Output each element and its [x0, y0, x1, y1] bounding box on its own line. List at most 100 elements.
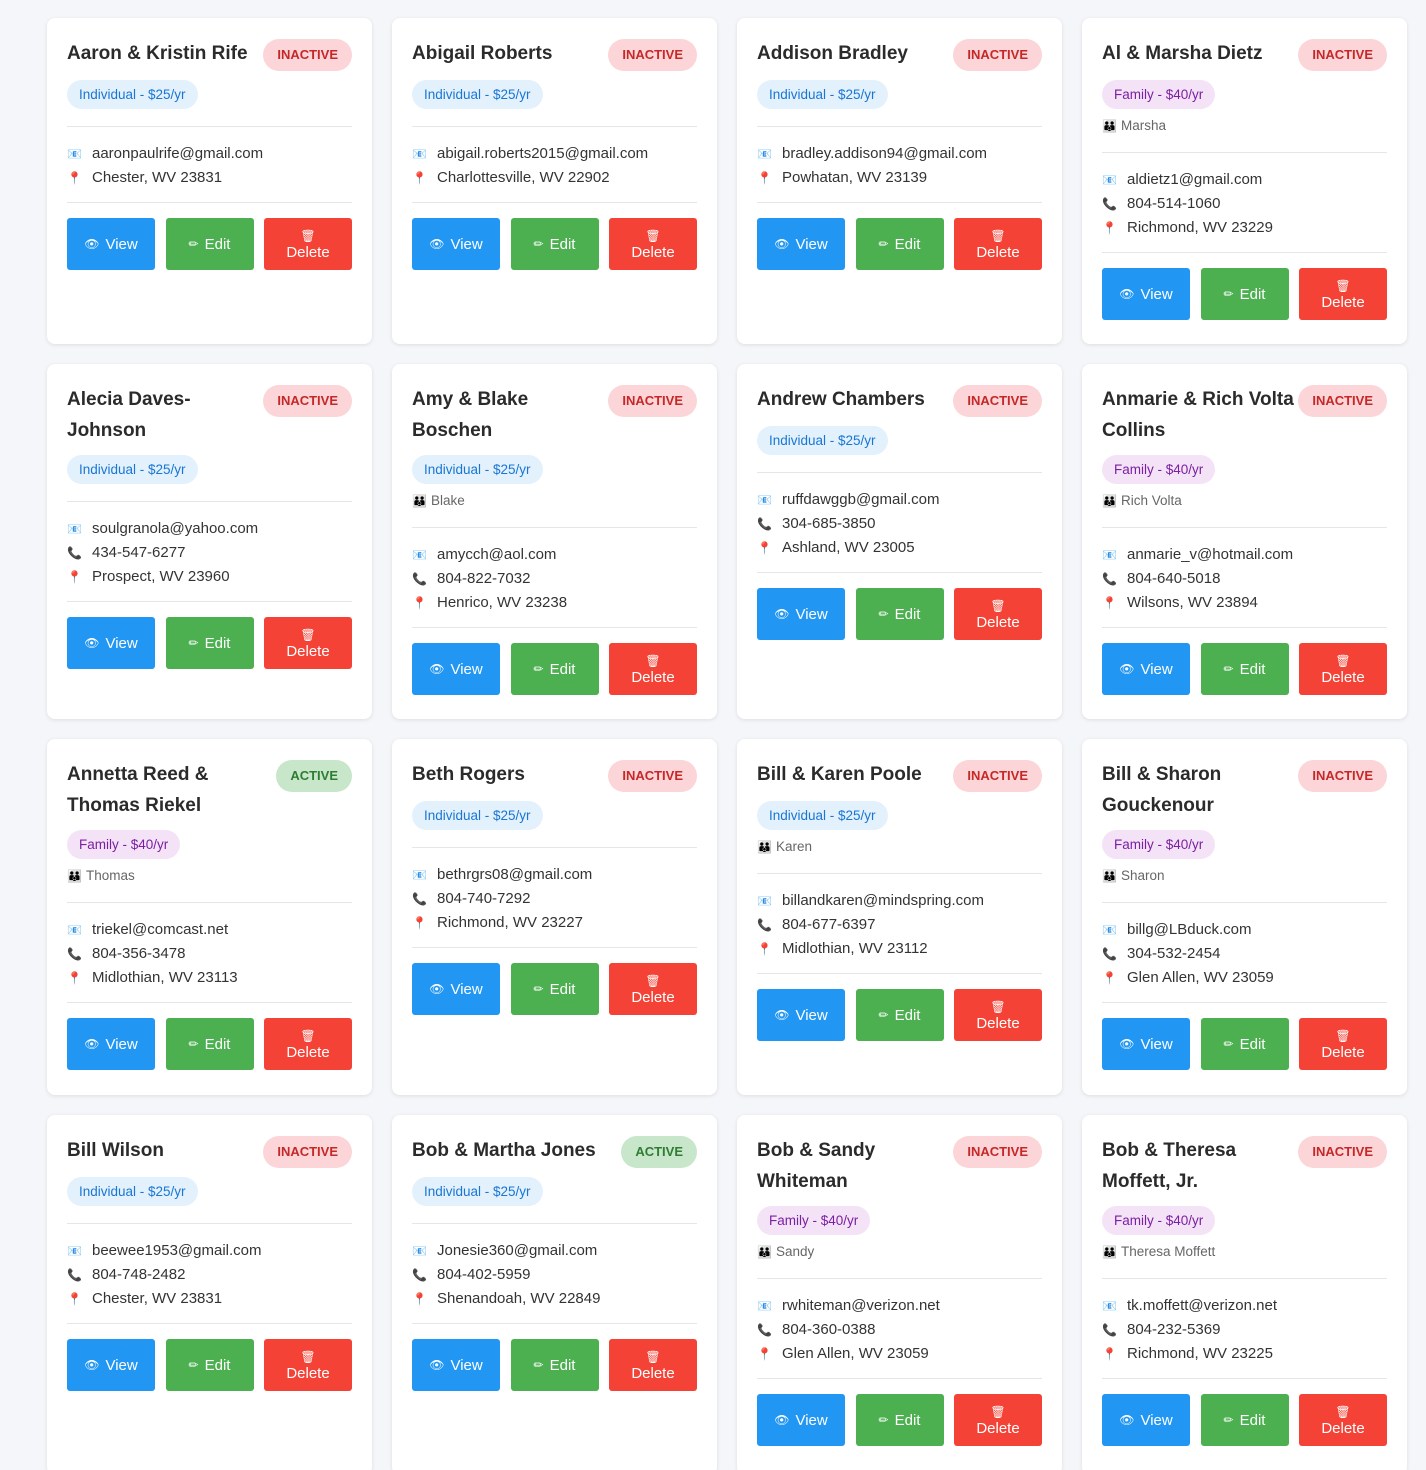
edit-button[interactable]: ✏ Edit [855, 989, 944, 1041]
location-line: 📍 Henrico, WV 23238 [412, 591, 697, 615]
divider [67, 601, 352, 602]
status-badge: INACTIVE [1298, 39, 1387, 71]
trash-icon: 🗑 [1335, 278, 1351, 293]
view-button[interactable]: 👁 View [757, 1394, 845, 1446]
email-icon: 📧 [1102, 1299, 1117, 1313]
edit-button[interactable]: ✏ Edit [510, 218, 599, 270]
view-button[interactable]: 👁 View [757, 989, 845, 1041]
trash-icon: 🗑 [645, 653, 661, 668]
location-line: 📍 Glen Allen, WV 23059 [757, 1342, 1042, 1366]
delete-button[interactable]: 🗑 Delete [264, 617, 352, 669]
plan-badge: Individual - $25/yr [412, 801, 543, 830]
edit-button[interactable]: ✏ Edit [1200, 643, 1289, 695]
delete-button[interactable]: 🗑 Delete [264, 1339, 352, 1391]
delete-label: Delete [1321, 1419, 1365, 1437]
eye-icon: 👁 [1119, 287, 1135, 301]
edit-button[interactable]: ✏ Edit [855, 218, 944, 270]
location-pin-icon: 📍 [757, 541, 772, 555]
delete-button[interactable]: 🗑 Delete [954, 1394, 1042, 1446]
divider [1102, 627, 1387, 628]
edit-button[interactable]: ✏ Edit [510, 963, 599, 1015]
edit-button[interactable]: ✏ Edit [855, 588, 944, 640]
view-label: View [450, 1356, 483, 1374]
view-label: View [450, 660, 483, 678]
delete-label: Delete [976, 613, 1020, 631]
pencil-icon: ✏ [1223, 287, 1234, 301]
delete-button[interactable]: 🗑 Delete [954, 588, 1042, 640]
phone-icon: 📞 [412, 892, 427, 906]
location-line: 📍 Glen Allen, WV 23059 [1102, 966, 1387, 990]
delete-button[interactable]: 🗑 Delete [264, 1018, 352, 1070]
phone-text: 804-356-3478 [92, 945, 186, 962]
status-badge: ACTIVE [276, 760, 352, 792]
location-pin-icon: 📍 [67, 971, 82, 985]
card-actions: 👁 View ✏ Edit 🗑 Delete [1102, 1018, 1387, 1070]
view-button[interactable]: 👁 View [1102, 1018, 1190, 1070]
email-line: 📧 aaronpaulrife@gmail.com [67, 142, 352, 166]
view-label: View [450, 235, 483, 253]
view-button[interactable]: 👁 View [67, 1339, 155, 1391]
delete-button[interactable]: 🗑 Delete [609, 1339, 697, 1391]
view-button[interactable]: 👁 View [412, 1339, 500, 1391]
delete-label: Delete [286, 1364, 330, 1382]
delete-button[interactable]: 🗑 Delete [609, 218, 697, 270]
eye-icon: 👁 [84, 237, 100, 251]
edit-button[interactable]: ✏ Edit [510, 1339, 599, 1391]
email-text: billandkaren@mindspring.com [782, 892, 984, 909]
card-actions: 👁 View ✏ Edit 🗑 Delete [1102, 1394, 1387, 1446]
view-button[interactable]: 👁 View [412, 218, 500, 270]
location-text: Henrico, WV 23238 [437, 594, 568, 611]
contact-info: 📧 soulgranola@yahoo.com 📞 434-547-6277 📍 Pr… [67, 502, 352, 601]
delete-button[interactable]: 🗑 Delete [1299, 1394, 1387, 1446]
edit-button[interactable]: ✏ Edit [1200, 268, 1289, 320]
view-label: View [105, 1035, 138, 1053]
divider [757, 1378, 1042, 1379]
edit-button[interactable]: ✏ Edit [165, 1339, 254, 1391]
view-button[interactable]: 👁 View [67, 1018, 155, 1070]
delete-button[interactable]: 🗑 Delete [954, 989, 1042, 1041]
member-name: Annetta Reed & Thomas Riekel [67, 764, 209, 816]
delete-button[interactable]: 🗑 Delete [954, 218, 1042, 270]
view-button[interactable]: 👁 View [412, 643, 500, 695]
delete-button[interactable]: 🗑 Delete [1299, 1018, 1387, 1070]
edit-button[interactable]: ✏ Edit [1200, 1018, 1289, 1070]
plan-badge: Individual - $25/yr [757, 801, 888, 830]
member-name: Anmarie & Rich Volta Collins [1102, 389, 1294, 441]
view-button[interactable]: 👁 View [1102, 268, 1190, 320]
delete-button[interactable]: 🗑 Delete [1299, 268, 1387, 320]
email-line: 📧 ruffdawggb@gmail.com [757, 488, 1042, 512]
view-button[interactable]: 👁 View [67, 617, 155, 669]
edit-button[interactable]: ✏ Edit [165, 218, 254, 270]
view-button[interactable]: 👁 View [1102, 643, 1190, 695]
edit-button[interactable]: ✏ Edit [1200, 1394, 1289, 1446]
view-button[interactable]: 👁 View [757, 218, 845, 270]
email-icon: 📧 [412, 147, 427, 161]
delete-button[interactable]: 🗑 Delete [1299, 643, 1387, 695]
edit-button[interactable]: ✏ Edit [165, 1018, 254, 1070]
delete-label: Delete [976, 1014, 1020, 1032]
phone-text: 804-822-7032 [437, 570, 531, 587]
view-button[interactable]: 👁 View [757, 588, 845, 640]
eye-icon: 👁 [429, 1358, 445, 1372]
location-pin-icon: 📍 [1102, 1347, 1117, 1361]
view-button[interactable]: 👁 View [1102, 1394, 1190, 1446]
phone-line: 📞 804-822-7032 [412, 567, 697, 591]
delete-button[interactable]: 🗑 Delete [609, 963, 697, 1015]
phone-icon: 📞 [1102, 197, 1117, 211]
phone-line: 📞 804-232-5369 [1102, 1318, 1387, 1342]
edit-button[interactable]: ✏ Edit [855, 1394, 944, 1446]
view-label: View [1140, 1035, 1173, 1053]
delete-button[interactable]: 🗑 Delete [264, 218, 352, 270]
view-button[interactable]: 👁 View [67, 218, 155, 270]
edit-button[interactable]: ✏ Edit [165, 617, 254, 669]
email-text: anmarie_v@hotmail.com [1127, 546, 1294, 563]
phone-line: 📞 804-677-6397 [757, 913, 1042, 937]
trash-icon: 🗑 [990, 598, 1006, 613]
status-badge: INACTIVE [1298, 760, 1387, 792]
location-line: 📍 Richmond, WV 23225 [1102, 1342, 1387, 1366]
contact-info: 📧 billg@LBduck.com 📞 304-532-2454 📍 Glen Al… [1102, 903, 1387, 1002]
delete-button[interactable]: 🗑 Delete [609, 643, 697, 695]
edit-button[interactable]: ✏ Edit [510, 643, 599, 695]
view-button[interactable]: 👁 View [412, 963, 500, 1015]
location-pin-icon: 📍 [757, 942, 772, 956]
